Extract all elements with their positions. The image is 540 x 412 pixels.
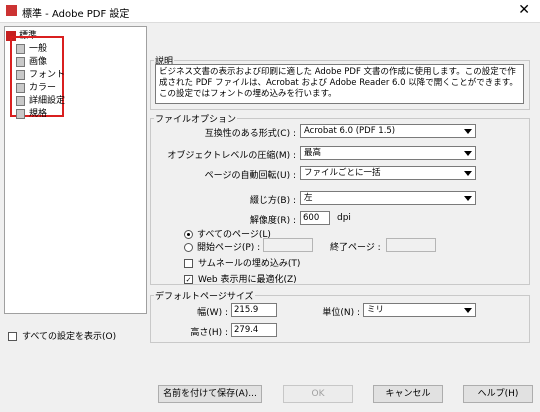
objlevel-select[interactable]: 最高: [300, 146, 476, 160]
help-button[interactable]: ヘルプ(H): [463, 385, 533, 403]
chevron-down-icon: [464, 151, 472, 156]
page-icon: [16, 108, 25, 119]
radio-selected-icon[interactable]: [184, 230, 193, 239]
cancel-button[interactable]: キャンセル: [373, 385, 443, 403]
resolution-label: 解像度(R) :: [249, 216, 296, 226]
page-icon: [16, 69, 25, 80]
window-title: 標準 - Adobe PDF 設定: [22, 9, 130, 20]
checkbox-box[interactable]: [8, 332, 17, 341]
show-all-label: すべての設定を表示(O): [22, 332, 117, 342]
page-icon: [16, 82, 25, 93]
tree-item-label: フォント: [29, 70, 66, 80]
tree-item-label: 画像: [29, 57, 48, 67]
page-icon: [16, 43, 25, 54]
autorotate-label: ページの自動回転(U) :: [204, 171, 296, 181]
end-page-input[interactable]: [386, 238, 436, 252]
tree-item-label: 詳細設定: [29, 96, 66, 106]
tree-item-label: カラー: [29, 83, 57, 93]
binding-label: 綴じ方(B) :: [249, 196, 296, 206]
start-page-radio[interactable]: 開始ページ(P) :: [184, 240, 260, 253]
close-icon[interactable]: ✕: [518, 2, 530, 18]
compat-label: 互換性のある形式(C) :: [204, 129, 296, 139]
tree-item-images[interactable]: 画像: [16, 54, 47, 67]
adobe-pdf-icon: [6, 5, 17, 16]
tree-item-fonts[interactable]: フォント: [16, 67, 65, 80]
autorotate-value: ファイルごとに一括: [304, 168, 381, 178]
chevron-down-icon: [464, 308, 472, 313]
web-optimize-checkbox[interactable]: ✓ Web 表示用に最適化(Z): [184, 272, 297, 285]
checkbox-box[interactable]: [184, 259, 193, 268]
tree-item-standards[interactable]: 規格: [16, 106, 47, 119]
height-label: 高さ(H) :: [190, 328, 228, 338]
all-pages-label: すべてのページ(L): [197, 230, 271, 240]
objlevel-label: オブジェクトレベルの圧縮(M) :: [167, 151, 296, 161]
start-page-label: 開始ページ(P) :: [197, 243, 261, 253]
embed-thumbnails-label: サムネールの埋め込み(T): [198, 259, 301, 269]
compat-value: Acrobat 6.0 (PDF 1.5): [304, 126, 396, 136]
description-text: ビジネス文書の表示および印刷に適した Adobe PDF 文書の作成に使用します…: [155, 64, 524, 104]
radio-icon[interactable]: [184, 243, 193, 252]
resolution-input[interactable]: 600: [300, 211, 330, 225]
page-icon: [16, 95, 25, 106]
tree-item-color[interactable]: カラー: [16, 80, 56, 93]
checkmark-icon[interactable]: ✓: [184, 275, 193, 284]
width-input[interactable]: 215.9: [231, 303, 277, 317]
unit-value: ミリ: [367, 305, 385, 315]
compat-select[interactable]: Acrobat 6.0 (PDF 1.5): [300, 124, 476, 138]
objlevel-value: 最高: [304, 148, 322, 158]
chevron-down-icon: [464, 171, 472, 176]
chevron-down-icon: [464, 129, 472, 134]
show-all-settings-checkbox[interactable]: すべての設定を表示(O): [8, 329, 116, 342]
autorotate-select[interactable]: ファイルごとに一括: [300, 166, 476, 180]
file-options-group-label: ファイルオプション: [154, 112, 238, 125]
ok-button[interactable]: OK: [283, 385, 353, 403]
page-size-group-label: デフォルトページサイズ: [154, 289, 255, 302]
tree-item-advanced[interactable]: 詳細設定: [16, 93, 65, 106]
save-as-button[interactable]: 名前を付けて保存(A)...: [158, 385, 262, 403]
tree-item-label: 規格: [29, 109, 48, 119]
unit-select[interactable]: ミリ: [363, 303, 476, 317]
tree-item-general[interactable]: 一般: [16, 41, 47, 54]
chevron-down-icon: [464, 196, 472, 201]
web-optimize-label: Web 表示用に最適化(Z): [198, 275, 297, 285]
end-page-label: 終了ページ :: [330, 243, 381, 253]
unit-label: 単位(N) :: [322, 308, 360, 318]
tree-item-label: 一般: [29, 44, 48, 54]
page-icon: [16, 56, 25, 67]
height-input[interactable]: 279.4: [231, 323, 277, 337]
all-pages-radio[interactable]: すべてのページ(L): [184, 227, 271, 240]
binding-value: 左: [304, 193, 313, 203]
width-label: 幅(W) :: [197, 308, 228, 318]
embed-thumbnails-checkbox[interactable]: サムネールの埋め込み(T): [184, 256, 300, 269]
resolution-unit: dpi: [337, 213, 351, 223]
start-page-input[interactable]: [263, 238, 313, 252]
binding-select[interactable]: 左: [300, 191, 476, 205]
